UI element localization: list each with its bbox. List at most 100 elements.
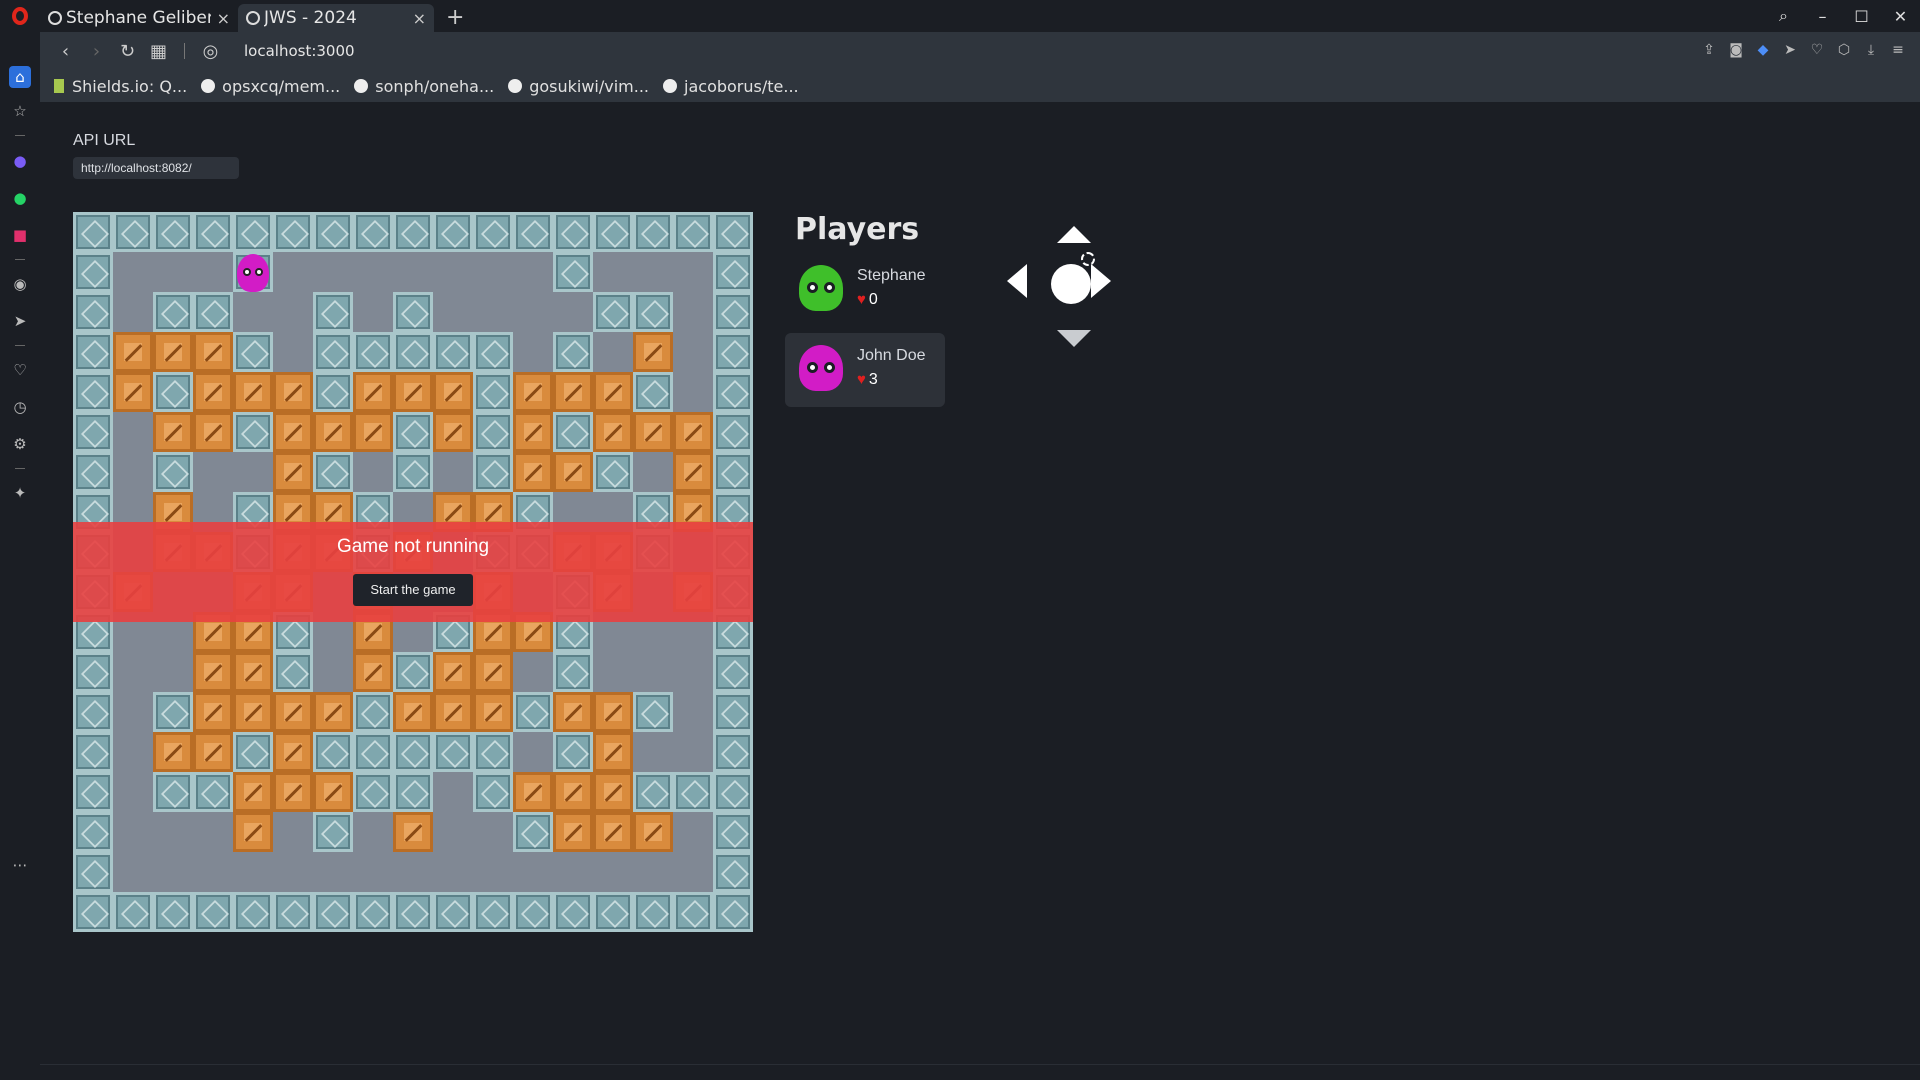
eye <box>255 268 263 276</box>
messenger-icon[interactable]: ● <box>9 150 31 172</box>
wooden-crate <box>673 412 713 452</box>
steel-block <box>393 892 433 932</box>
steel-block <box>193 212 233 252</box>
wooden-crate <box>353 372 393 412</box>
divider <box>15 259 25 260</box>
vertical-scrollbar[interactable] <box>1908 102 1920 1064</box>
steel-block <box>633 892 673 932</box>
url-field[interactable]: localhost:3000 <box>244 42 355 60</box>
steel-block <box>313 732 353 772</box>
new-tab-button[interactable]: + <box>446 5 464 30</box>
bookmark-item[interactable]: sonph/oneha... <box>354 77 494 96</box>
steel-block <box>633 692 673 732</box>
browser-tab-active[interactable]: JWS - 2024 × <box>238 4 434 32</box>
settings-icon[interactable]: ⚙ <box>9 433 31 455</box>
wooden-crate <box>113 332 153 372</box>
wooden-crate <box>593 372 633 412</box>
steel-block <box>73 332 113 372</box>
move-down-arrow-icon[interactable] <box>1057 330 1091 347</box>
camera-icon[interactable]: ◙ <box>1728 42 1744 58</box>
steel-block <box>353 732 393 772</box>
search-tabs-icon[interactable]: ⌕ <box>1764 6 1803 26</box>
wooden-crate <box>113 372 153 412</box>
bookmark-item[interactable]: gosukiwi/vim... <box>508 77 649 96</box>
wooden-crate <box>473 692 513 732</box>
heart-icon[interactable]: ♡ <box>9 359 31 381</box>
horizontal-scrollbar[interactable] <box>40 1064 1920 1080</box>
minimize-icon[interactable]: – <box>1803 7 1842 26</box>
api-url-input[interactable]: http://localhost:8082/ <box>73 157 239 179</box>
home-icon[interactable]: ⌂ <box>9 66 31 88</box>
players-title: Players <box>795 212 920 247</box>
more-icon[interactable]: ⋯ <box>9 854 31 876</box>
navigation-row: ‹ › ↻ ▦ ◎ localhost:3000 ⇪ ◙ ◆ ➤ ♡ ⬡ ⤓ ≡ <box>40 32 1920 70</box>
move-up-arrow-icon[interactable] <box>1057 226 1091 243</box>
vpn-shield-icon[interactable]: ◆ <box>1755 42 1771 58</box>
steel-block <box>73 652 113 692</box>
steel-block <box>713 772 753 812</box>
browser-tab[interactable]: Stephane Gelibert × <box>40 4 238 32</box>
reload-icon[interactable]: ↻ <box>112 41 143 62</box>
player-icon[interactable]: ◉ <box>9 273 31 295</box>
share-icon[interactable]: ⇪ <box>1701 42 1717 58</box>
github-icon <box>354 79 369 93</box>
bookmark-item[interactable]: jacoborus/te... <box>663 77 799 96</box>
wooden-crate <box>393 372 433 412</box>
cube-icon[interactable]: ⬡ <box>1836 42 1852 58</box>
steel-block <box>713 332 753 372</box>
close-tab-icon[interactable]: × <box>217 9 230 28</box>
move-right-arrow-icon[interactable] <box>1091 264 1111 298</box>
download-icon[interactable]: ⤓ <box>1863 42 1879 58</box>
lightbulb-icon[interactable]: ✦ <box>9 482 31 504</box>
steel-block <box>313 332 353 372</box>
steel-block <box>313 292 353 332</box>
history-icon[interactable]: ◷ <box>9 396 31 418</box>
opera-menu-icon[interactable] <box>0 0 40 32</box>
close-tab-icon[interactable]: × <box>413 9 426 28</box>
wooden-crate <box>513 452 553 492</box>
game-controls <box>985 212 1145 352</box>
tabs-grid-icon[interactable]: ▦ <box>143 41 174 62</box>
steel-block <box>593 892 633 932</box>
steel-block <box>473 212 513 252</box>
forward-icon[interactable]: › <box>81 41 112 62</box>
bookmark-item[interactable]: Shields.io: Q... <box>54 77 187 96</box>
steel-block <box>273 652 313 692</box>
wooden-crate <box>193 332 233 372</box>
wooden-crate <box>193 652 233 692</box>
wooden-crate <box>153 412 193 452</box>
eye <box>243 268 251 276</box>
eye <box>824 282 835 293</box>
steel-block <box>673 212 713 252</box>
wooden-crate <box>673 452 713 492</box>
send-icon[interactable]: ➤ <box>9 310 31 332</box>
steel-block <box>713 252 753 292</box>
steel-block <box>393 452 433 492</box>
whatsapp-icon[interactable]: ● <box>9 187 31 209</box>
bookmark-item[interactable]: opsxcq/mem... <box>201 77 340 96</box>
wooden-crate <box>513 412 553 452</box>
divider <box>15 135 25 136</box>
move-left-arrow-icon[interactable] <box>1007 264 1027 298</box>
wooden-crate <box>593 772 633 812</box>
back-icon[interactable]: ‹ <box>50 41 81 62</box>
bomb-icon[interactable] <box>1051 252 1095 304</box>
easy-setup-icon[interactable]: ≡ <box>1890 42 1906 58</box>
close-window-icon[interactable]: ✕ <box>1881 7 1920 26</box>
wooden-crate <box>593 732 633 772</box>
instagram-icon[interactable]: ■ <box>9 224 31 246</box>
maximize-icon[interactable]: ☐ <box>1842 7 1881 26</box>
wooden-crate <box>633 812 673 852</box>
site-info-icon[interactable]: ◎ <box>195 41 226 62</box>
game-board: Game not running Start the game <box>73 212 753 932</box>
wooden-crate <box>433 372 473 412</box>
steel-block <box>73 292 113 332</box>
speed-dial-icon[interactable]: ☆ <box>9 100 31 122</box>
steel-block <box>713 652 753 692</box>
send-icon[interactable]: ➤ <box>1782 42 1798 58</box>
wooden-crate <box>553 692 593 732</box>
wooden-crate <box>233 812 273 852</box>
steel-block <box>313 812 353 852</box>
heart-icon[interactable]: ♡ <box>1809 42 1825 58</box>
start-game-button[interactable]: Start the game <box>353 574 473 606</box>
